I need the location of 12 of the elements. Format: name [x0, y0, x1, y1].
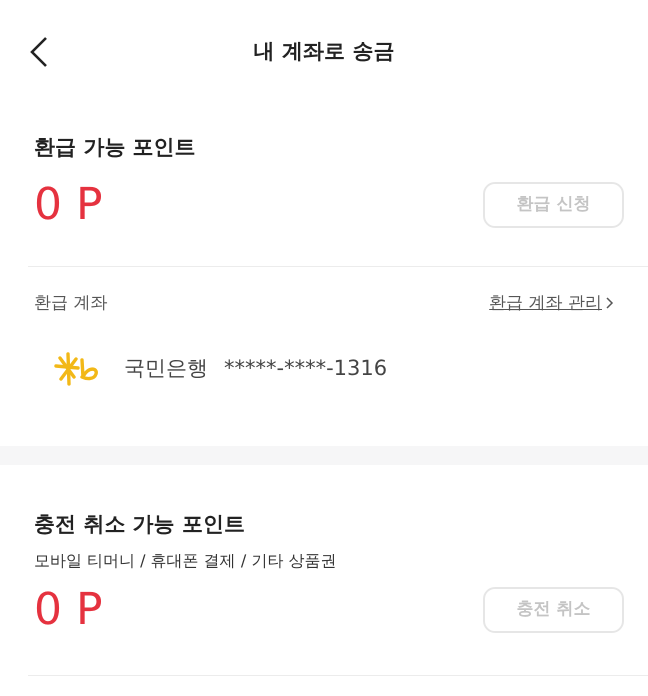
bank-logo-icon — [52, 352, 100, 386]
section-title: 충전 취소 가능 포인트 — [34, 511, 246, 538]
bank-name: 국민은행 — [124, 355, 208, 382]
chevron-icon — [606, 297, 614, 310]
section-title: 환급 가능 포인트 — [34, 134, 197, 161]
point-amount: 0 P — [34, 588, 103, 632]
page-title: 내 계좌로 송금 — [254, 38, 394, 65]
back-button[interactable] — [28, 36, 50, 68]
account-number: *****-****-1316 — [224, 355, 388, 382]
section-subtitle: 모바일 티머니 / 휴대폰 결제 / 기타 상품권 — [34, 550, 338, 572]
point-amount: 0 P — [34, 182, 103, 226]
field-label: 환급 계좌 — [34, 292, 108, 314]
